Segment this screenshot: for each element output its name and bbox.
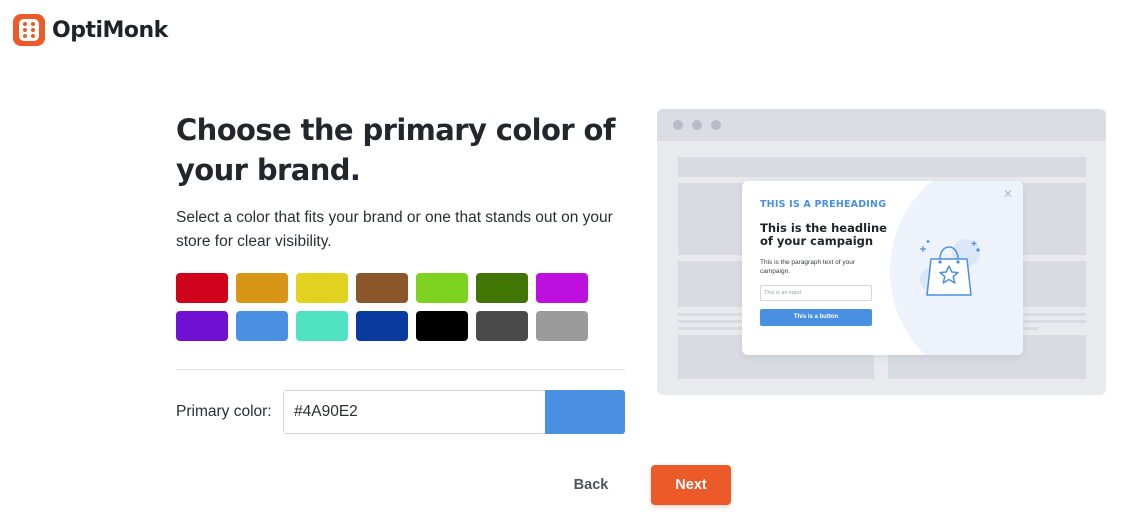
color-swatch[interactable]	[296, 273, 348, 303]
color-swatch-grid	[176, 273, 588, 341]
divider	[176, 369, 625, 370]
browser-dot	[673, 120, 683, 130]
color-swatch[interactable]	[236, 311, 288, 341]
primary-color-input[interactable]	[283, 390, 545, 434]
color-swatch[interactable]	[476, 273, 528, 303]
popup-input: This is an input	[760, 285, 872, 301]
popup-headline: This is the headline of your campaign	[760, 221, 887, 248]
back-button[interactable]: Back	[560, 465, 622, 505]
color-swatch[interactable]	[536, 273, 588, 303]
color-swatch[interactable]	[356, 311, 408, 341]
logo: OptiMonk	[12, 13, 168, 47]
color-swatch[interactable]	[296, 311, 348, 341]
browser-dot	[692, 120, 702, 130]
close-icon: ✕	[1002, 187, 1013, 201]
popup-button: This is a button	[760, 309, 872, 326]
page-title: Choose the primary color of your brand.	[176, 113, 615, 187]
placeholder-block	[678, 157, 1086, 177]
campaign-popup-preview: ✕ THIS IS A PREHEADING This is the headl…	[742, 181, 1023, 355]
logo-text: OptiMonk	[52, 17, 168, 43]
optimonk-logo-icon	[13, 14, 45, 46]
color-swatch[interactable]	[356, 273, 408, 303]
color-swatch[interactable]	[416, 273, 468, 303]
browser-dot	[711, 120, 721, 130]
color-swatch[interactable]	[236, 273, 288, 303]
color-swatch[interactable]	[416, 311, 468, 341]
color-swatch[interactable]	[476, 311, 528, 341]
popup-paragraph: This is the paragraph text of your campa…	[760, 259, 856, 275]
browser-toolbar	[657, 109, 1106, 141]
next-button[interactable]: Next	[651, 465, 731, 505]
color-swatch[interactable]	[176, 273, 228, 303]
shopping-bag-star-icon	[920, 239, 980, 296]
onboarding-content: Choose the primary color of your brand. …	[176, 110, 626, 254]
color-swatch[interactable]	[176, 311, 228, 341]
page-description: Select a color that fits your brand or o…	[176, 209, 613, 250]
primary-color-preview[interactable]	[545, 390, 625, 434]
primary-color-label: Primary color:	[176, 403, 272, 420]
popup-preheading: THIS IS A PREHEADING	[760, 199, 887, 210]
color-swatch[interactable]	[536, 311, 588, 341]
